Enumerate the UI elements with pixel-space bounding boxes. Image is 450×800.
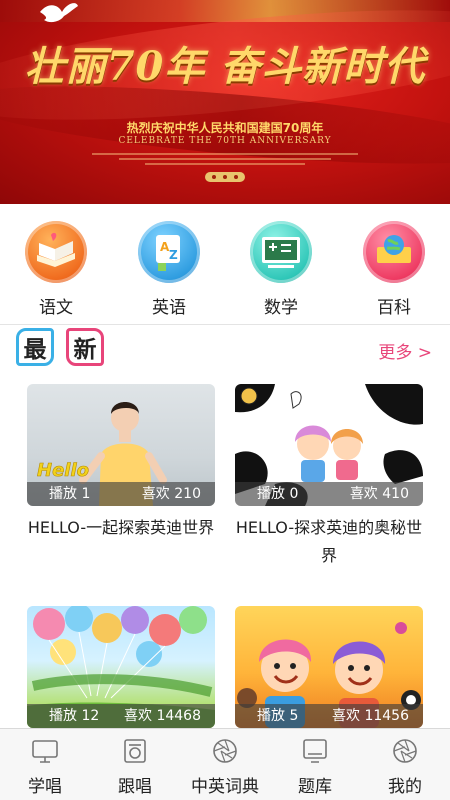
nav-label: 中英词典 [191, 777, 259, 797]
banner-english: CELEBRATE THE 70TH ANNIVERSARY [118, 136, 332, 146]
like-count: 喜欢 11456 [332, 708, 409, 724]
category-chinese[interactable]: 语文 [11, 212, 101, 318]
svg-text:Z: Z [169, 248, 178, 262]
more-link[interactable]: 更多 > [378, 338, 432, 363]
nav-label: 题库 [298, 777, 332, 797]
chalkboard-icon [250, 221, 312, 283]
category-label: 英语 [152, 298, 186, 318]
abc-letters-icon: A Z [138, 221, 200, 283]
video-stats-bar: 播放 5 喜欢 11456 [235, 704, 423, 728]
banner-seal [205, 172, 245, 182]
video-title: HELLO-探求英迪的奥秘世界 [235, 518, 423, 565]
monitor-icon [303, 739, 327, 763]
category-math[interactable]: 数学 [236, 212, 326, 318]
banner-subline: 热烈庆祝中华人民共和国建国70周年 [126, 121, 324, 135]
book-icon [25, 221, 87, 283]
radio-icon [124, 739, 146, 763]
app-screen: 壮丽70年 奋斗新时代 热烈庆祝中华人民共和国建国70周年 CELEBRATE … [0, 0, 450, 800]
video-thumbnail: 播放 5 喜欢 11456 [235, 606, 423, 728]
like-count: 喜欢 14468 [124, 708, 201, 724]
nav-item-learn-sing[interactable]: 学唱 [0, 729, 90, 800]
video-card[interactable]: 播放 12 喜欢 14468 [27, 606, 215, 728]
video-stats-bar: 播放 0 喜欢 410 [235, 482, 423, 506]
banner-carousel[interactable]: 壮丽70年 奋斗新时代 热烈庆祝中华人民共和国建国70周年 CELEBRATE … [0, 0, 450, 204]
play-count: 播放 5 [257, 708, 299, 724]
globe-book-icon [363, 221, 425, 283]
tv-icon [32, 740, 58, 763]
video-thumbnail: Hello 播放 1 喜欢 210 [27, 384, 215, 506]
category-english[interactable]: A Z 英语 [124, 212, 214, 318]
category-row: 语文 A Z 英语 数学 百科 [0, 212, 450, 322]
play-count: 播放 1 [49, 486, 91, 502]
video-card[interactable]: Hello 播放 1 喜欢 210 HELLO-一起探索英迪世界 [27, 384, 215, 542]
category-label: 数学 [264, 298, 298, 318]
bottom-nav: 学唱 跟唱 中英词典 题库 我的 [0, 728, 450, 800]
video-thumbnail: 播放 0 喜欢 410 [235, 384, 423, 506]
nav-item-dictionary[interactable]: 中英词典 [180, 729, 270, 800]
thumbnail-hello-text: Hello [37, 460, 89, 481]
category-label: 百科 [377, 298, 411, 318]
play-count: 播放 12 [49, 708, 100, 724]
nav-item-question-bank[interactable]: 题库 [270, 729, 360, 800]
banner-fine-print [92, 150, 358, 172]
nav-item-sing-along[interactable]: 跟唱 [90, 729, 180, 800]
like-count: 喜欢 410 [349, 486, 409, 502]
banner-headline: 壮丽70年 奋斗新时代 [24, 43, 426, 90]
nav-item-me[interactable]: 我的 [360, 729, 450, 800]
category-label: 语文 [39, 298, 73, 318]
category-encyclopedia[interactable]: 百科 [349, 212, 439, 318]
nav-label: 学唱 [28, 777, 62, 797]
latest-char-box: 最 [16, 328, 54, 366]
like-count: 喜欢 210 [141, 486, 201, 502]
video-title: HELLO-一起探索英迪世界 [27, 518, 215, 537]
nav-label: 我的 [388, 777, 422, 797]
play-count: 播放 0 [257, 486, 299, 502]
video-stats-bar: 播放 12 喜欢 14468 [27, 704, 215, 728]
video-thumbnail: 播放 12 喜欢 14468 [27, 606, 215, 728]
section-divider [0, 324, 450, 325]
camera-aperture-icon [213, 739, 237, 763]
video-card[interactable]: 播放 5 喜欢 11456 [235, 606, 423, 728]
camera-aperture-icon [393, 739, 417, 763]
latest-char-box: 新 [66, 328, 104, 366]
video-card[interactable]: 播放 0 喜欢 410 HELLO-探求英迪的奥秘世界 [235, 384, 423, 570]
video-stats-bar: 播放 1 喜欢 210 [27, 482, 215, 506]
dove-icon [40, 3, 78, 23]
nav-label: 跟唱 [118, 777, 152, 797]
